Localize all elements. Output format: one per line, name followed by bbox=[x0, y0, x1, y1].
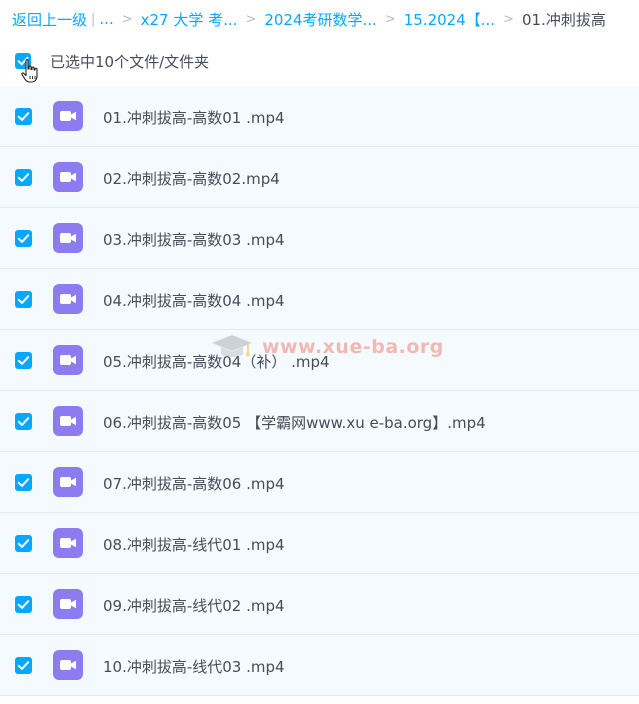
breadcrumb: 返回上一级 | ... > x27 大学 考... > 2024考研数学... … bbox=[12, 8, 606, 30]
file-name[interactable]: 07.冲刺拔高-高数06 .mp4 bbox=[103, 473, 285, 494]
breadcrumb-back-link[interactable]: 返回上一级 bbox=[12, 9, 87, 30]
file-name[interactable]: 10.冲刺拔高-线代03 .mp4 bbox=[103, 656, 285, 677]
check-icon bbox=[17, 478, 30, 487]
row-checkbox[interactable] bbox=[15, 596, 32, 613]
file-row[interactable]: 02.冲刺拔高-高数02.mp4 bbox=[0, 147, 639, 208]
file-name[interactable]: 02.冲刺拔高-高数02.mp4 bbox=[103, 168, 280, 189]
file-browser: 返回上一级 | ... > x27 大学 考... > 2024考研数学... … bbox=[0, 0, 639, 704]
video-file-icon bbox=[53, 223, 83, 253]
video-file-icon bbox=[53, 101, 83, 131]
check-icon bbox=[17, 417, 30, 426]
breadcrumb-item-folder[interactable]: x27 大学 考... bbox=[141, 9, 238, 30]
file-row[interactable]: 06.冲刺拔高-高数05 【学霸网www.xu e-ba.org】.mp4 bbox=[0, 391, 639, 452]
check-icon bbox=[17, 56, 29, 66]
row-checkbox[interactable] bbox=[15, 535, 32, 552]
file-name[interactable]: 03.冲刺拔高-高数03 .mp4 bbox=[103, 229, 285, 250]
breadcrumb-separator: > bbox=[121, 11, 133, 27]
file-row[interactable]: 07.冲刺拔高-高数06 .mp4 bbox=[0, 452, 639, 513]
video-file-icon bbox=[53, 284, 83, 314]
video-file-icon bbox=[53, 345, 83, 375]
row-checkbox[interactable] bbox=[15, 169, 32, 186]
video-file-icon bbox=[53, 650, 83, 680]
breadcrumb-item-folder[interactable]: 15.2024【... bbox=[404, 9, 495, 30]
check-icon bbox=[17, 661, 30, 670]
file-row[interactable]: 09.冲刺拔高-线代02 .mp4 bbox=[0, 574, 639, 635]
row-checkbox[interactable] bbox=[15, 108, 32, 125]
breadcrumb-separator: > bbox=[245, 11, 257, 27]
file-row[interactable]: 01.冲刺拔高-高数01 .mp4 bbox=[0, 86, 639, 147]
file-name[interactable]: 04.冲刺拔高-高数04 .mp4 bbox=[103, 290, 285, 311]
file-row[interactable]: 04.冲刺拔高-高数04 .mp4 bbox=[0, 269, 639, 330]
file-row[interactable]: 08.冲刺拔高-线代01 .mp4 bbox=[0, 513, 639, 574]
check-icon bbox=[17, 356, 30, 365]
video-file-icon bbox=[53, 162, 83, 192]
breadcrumb-item-ellipsis[interactable]: ... bbox=[99, 10, 113, 28]
file-name[interactable]: 05.冲刺拔高-高数04（补） .mp4 bbox=[103, 351, 330, 372]
selection-count-text: 已选中10个文件/文件夹 bbox=[50, 53, 210, 71]
video-file-icon bbox=[53, 467, 83, 497]
check-icon bbox=[17, 600, 30, 609]
check-icon bbox=[17, 112, 30, 121]
check-icon bbox=[17, 173, 30, 182]
breadcrumb-separator: > bbox=[503, 11, 514, 27]
select-all-checkbox[interactable] bbox=[15, 53, 31, 69]
video-file-icon bbox=[53, 528, 83, 558]
file-row[interactable]: 10.冲刺拔高-线代03 .mp4 bbox=[0, 635, 639, 696]
file-row[interactable]: 05.冲刺拔高-高数04（补） .mp4 bbox=[0, 330, 639, 391]
check-icon bbox=[17, 539, 30, 548]
file-row[interactable]: 03.冲刺拔高-高数03 .mp4 bbox=[0, 208, 639, 269]
video-file-icon bbox=[53, 589, 83, 619]
file-name[interactable]: 06.冲刺拔高-高数05 【学霸网www.xu e-ba.org】.mp4 bbox=[103, 412, 486, 433]
selection-bar: 已选中10个文件/文件夹 bbox=[0, 46, 639, 83]
file-name[interactable]: 09.冲刺拔高-线代02 .mp4 bbox=[103, 595, 285, 616]
file-name[interactable]: 08.冲刺拔高-线代01 .mp4 bbox=[103, 534, 285, 555]
breadcrumb-current: 01.冲刺拔高 bbox=[521, 10, 606, 29]
row-checkbox[interactable] bbox=[15, 230, 32, 247]
breadcrumb-pipe: | bbox=[91, 11, 96, 27]
row-checkbox[interactable] bbox=[15, 291, 32, 308]
breadcrumb-item-folder[interactable]: 2024考研数学... bbox=[264, 9, 376, 30]
row-checkbox[interactable] bbox=[15, 352, 32, 369]
breadcrumb-separator: > bbox=[384, 11, 396, 27]
row-checkbox[interactable] bbox=[15, 474, 32, 491]
check-icon bbox=[17, 295, 30, 304]
video-file-icon bbox=[53, 406, 83, 436]
file-list: 01.冲刺拔高-高数01 .mp4 02.冲刺拔高-高数02.mp4 03.冲刺… bbox=[0, 86, 639, 696]
row-checkbox[interactable] bbox=[15, 657, 32, 674]
check-icon bbox=[17, 234, 30, 243]
row-checkbox[interactable] bbox=[15, 413, 32, 430]
file-name[interactable]: 01.冲刺拔高-高数01 .mp4 bbox=[103, 107, 285, 128]
